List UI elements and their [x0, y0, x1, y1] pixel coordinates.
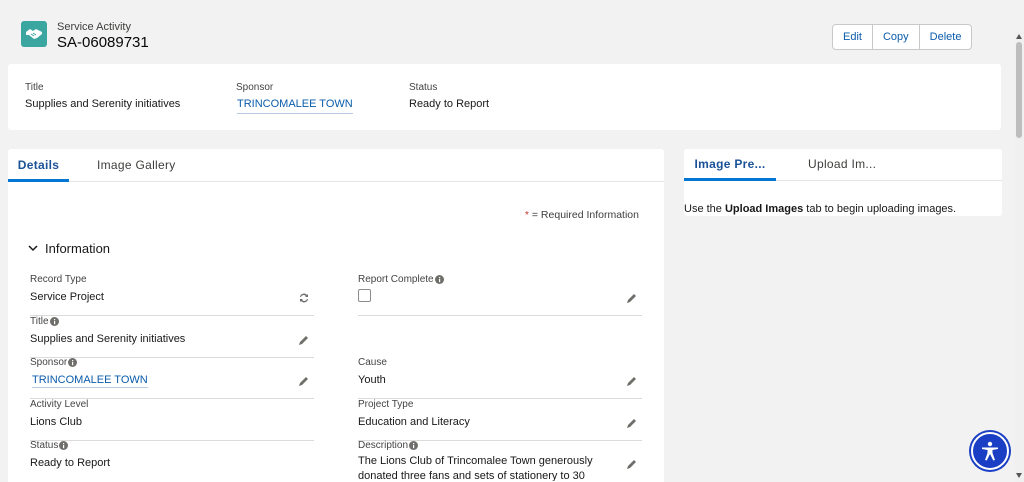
record-header: Service Activity SA-06089731 Edit Copy D…	[8, 8, 1001, 64]
tab-upload-images[interactable]: Upload Im...	[808, 149, 876, 181]
field-activity-level: Activity Level Lions Club	[30, 399, 314, 441]
field-label: Status	[30, 440, 69, 451]
upload-hint-before: Use the	[684, 203, 725, 215]
highlight-status-label: Status	[409, 82, 438, 93]
highlight-status: Status Ready to Report	[409, 82, 489, 110]
record-name: SA-06089731	[57, 34, 149, 51]
field-label-text: Title	[30, 316, 49, 327]
scrollbar[interactable]	[1014, 32, 1024, 482]
image-card: Image Pre... Upload Im... Use the Upload…	[684, 149, 1002, 216]
pencil-icon[interactable]	[626, 375, 638, 387]
required-info-text: = Required Information	[528, 209, 639, 221]
section-title: Information	[45, 241, 111, 256]
tab-details[interactable]: Details	[8, 149, 69, 182]
field-sponsor: Sponsor TRINCOMALEE TOWN	[30, 357, 314, 399]
info-icon[interactable]	[59, 441, 69, 450]
field-label-text: Description	[358, 440, 409, 451]
info-icon[interactable]	[49, 317, 59, 326]
field-value: The Lions Club of Trincomalee Town gener…	[358, 455, 593, 481]
pencil-icon[interactable]	[298, 334, 310, 346]
info-icon[interactable]	[434, 275, 444, 284]
pencil-icon[interactable]	[626, 458, 638, 470]
pencil-icon[interactable]	[626, 417, 638, 429]
scroll-down-arrow-icon[interactable]	[1016, 473, 1022, 478]
upload-hint: Use the Upload Images tab to begin uploa…	[684, 203, 956, 215]
detail-tabs: Details Image Gallery	[8, 149, 664, 182]
field-label: Report Complete	[358, 274, 444, 285]
required-info-note: * = Required Information	[525, 209, 639, 221]
field-label-text: Status	[30, 440, 59, 451]
action-button-group: Edit Copy Delete	[832, 24, 973, 50]
details-card: Details Image Gallery * = Required Infor…	[8, 149, 664, 482]
field-title: Title Supplies and Serenity initiatives	[30, 316, 314, 358]
field-label: Record Type	[30, 274, 87, 285]
highlight-title-label: Title	[25, 82, 44, 93]
field-cause: Cause Youth	[358, 357, 642, 399]
field-label-text: Report Complete	[358, 274, 434, 285]
section-information-toggle[interactable]: Information	[28, 241, 110, 256]
field-value: Service Project	[30, 291, 104, 303]
field-status: Status Ready to Report	[30, 440, 314, 482]
image-tabs: Image Pre... Upload Im...	[684, 149, 1002, 181]
scroll-up-arrow-icon[interactable]	[1016, 34, 1022, 39]
field-report-complete: Report Complete	[358, 274, 642, 316]
field-value: Lions Club	[30, 416, 82, 428]
scroll-thumb[interactable]	[1016, 42, 1022, 138]
copy-button[interactable]: Copy	[873, 25, 920, 49]
highlight-sponsor-label: Sponsor	[236, 82, 274, 93]
field-description: Description The Lions Club of Trincomale…	[358, 440, 642, 481]
accessibility-icon	[982, 441, 998, 461]
field-value: Ready to Report	[30, 457, 111, 469]
accessibility-button[interactable]	[971, 432, 1009, 470]
field-label: Title	[30, 316, 59, 327]
pencil-icon[interactable]	[626, 292, 638, 304]
sponsor-link[interactable]: TRINCOMALEE TOWN	[32, 374, 148, 388]
pencil-icon[interactable]	[298, 375, 310, 387]
delete-button[interactable]: Delete	[920, 25, 972, 49]
highlight-title: Title Supplies and Serenity initiatives	[25, 82, 180, 110]
field-value: Supplies and Serenity initiatives	[30, 333, 186, 345]
highlight-title-value: Supplies and Serenity initiatives	[25, 98, 181, 110]
field-label: Project Type	[358, 399, 414, 410]
report-complete-checkbox[interactable]	[358, 289, 371, 302]
field-label-text: Sponsor	[30, 357, 68, 368]
field-label: Cause	[358, 357, 387, 368]
change-record-type-icon[interactable]	[298, 292, 310, 304]
edit-button[interactable]: Edit	[833, 25, 873, 49]
field-value: Youth	[358, 374, 386, 386]
tab-image-gallery[interactable]: Image Gallery	[97, 149, 176, 182]
field-value: Education and Literacy	[358, 416, 470, 428]
field-record-type: Record Type Service Project	[30, 274, 314, 316]
highlight-status-value: Ready to Report	[409, 98, 490, 110]
highlight-sponsor: Sponsor TRINCOMALEE TOWN	[236, 82, 353, 114]
field-label: Description	[358, 440, 419, 451]
field-label: Sponsor	[30, 357, 78, 368]
field-project-type: Project Type Education and Literacy	[358, 399, 642, 441]
info-icon[interactable]	[409, 441, 419, 450]
upload-hint-bold: Upload Images	[724, 203, 804, 215]
object-type-label: Service Activity	[57, 21, 131, 33]
tab-image-preview[interactable]: Image Pre...	[684, 149, 776, 181]
info-icon[interactable]	[68, 358, 78, 367]
chevron-down-icon	[28, 245, 38, 252]
upload-hint-after: tab to begin uploading images.	[803, 203, 957, 215]
handshake-icon	[21, 21, 47, 47]
highlights-panel: Title Supplies and Serenity initiatives …	[8, 64, 1001, 130]
highlight-sponsor-link[interactable]: TRINCOMALEE TOWN	[237, 98, 353, 114]
field-label: Activity Level	[30, 399, 89, 410]
